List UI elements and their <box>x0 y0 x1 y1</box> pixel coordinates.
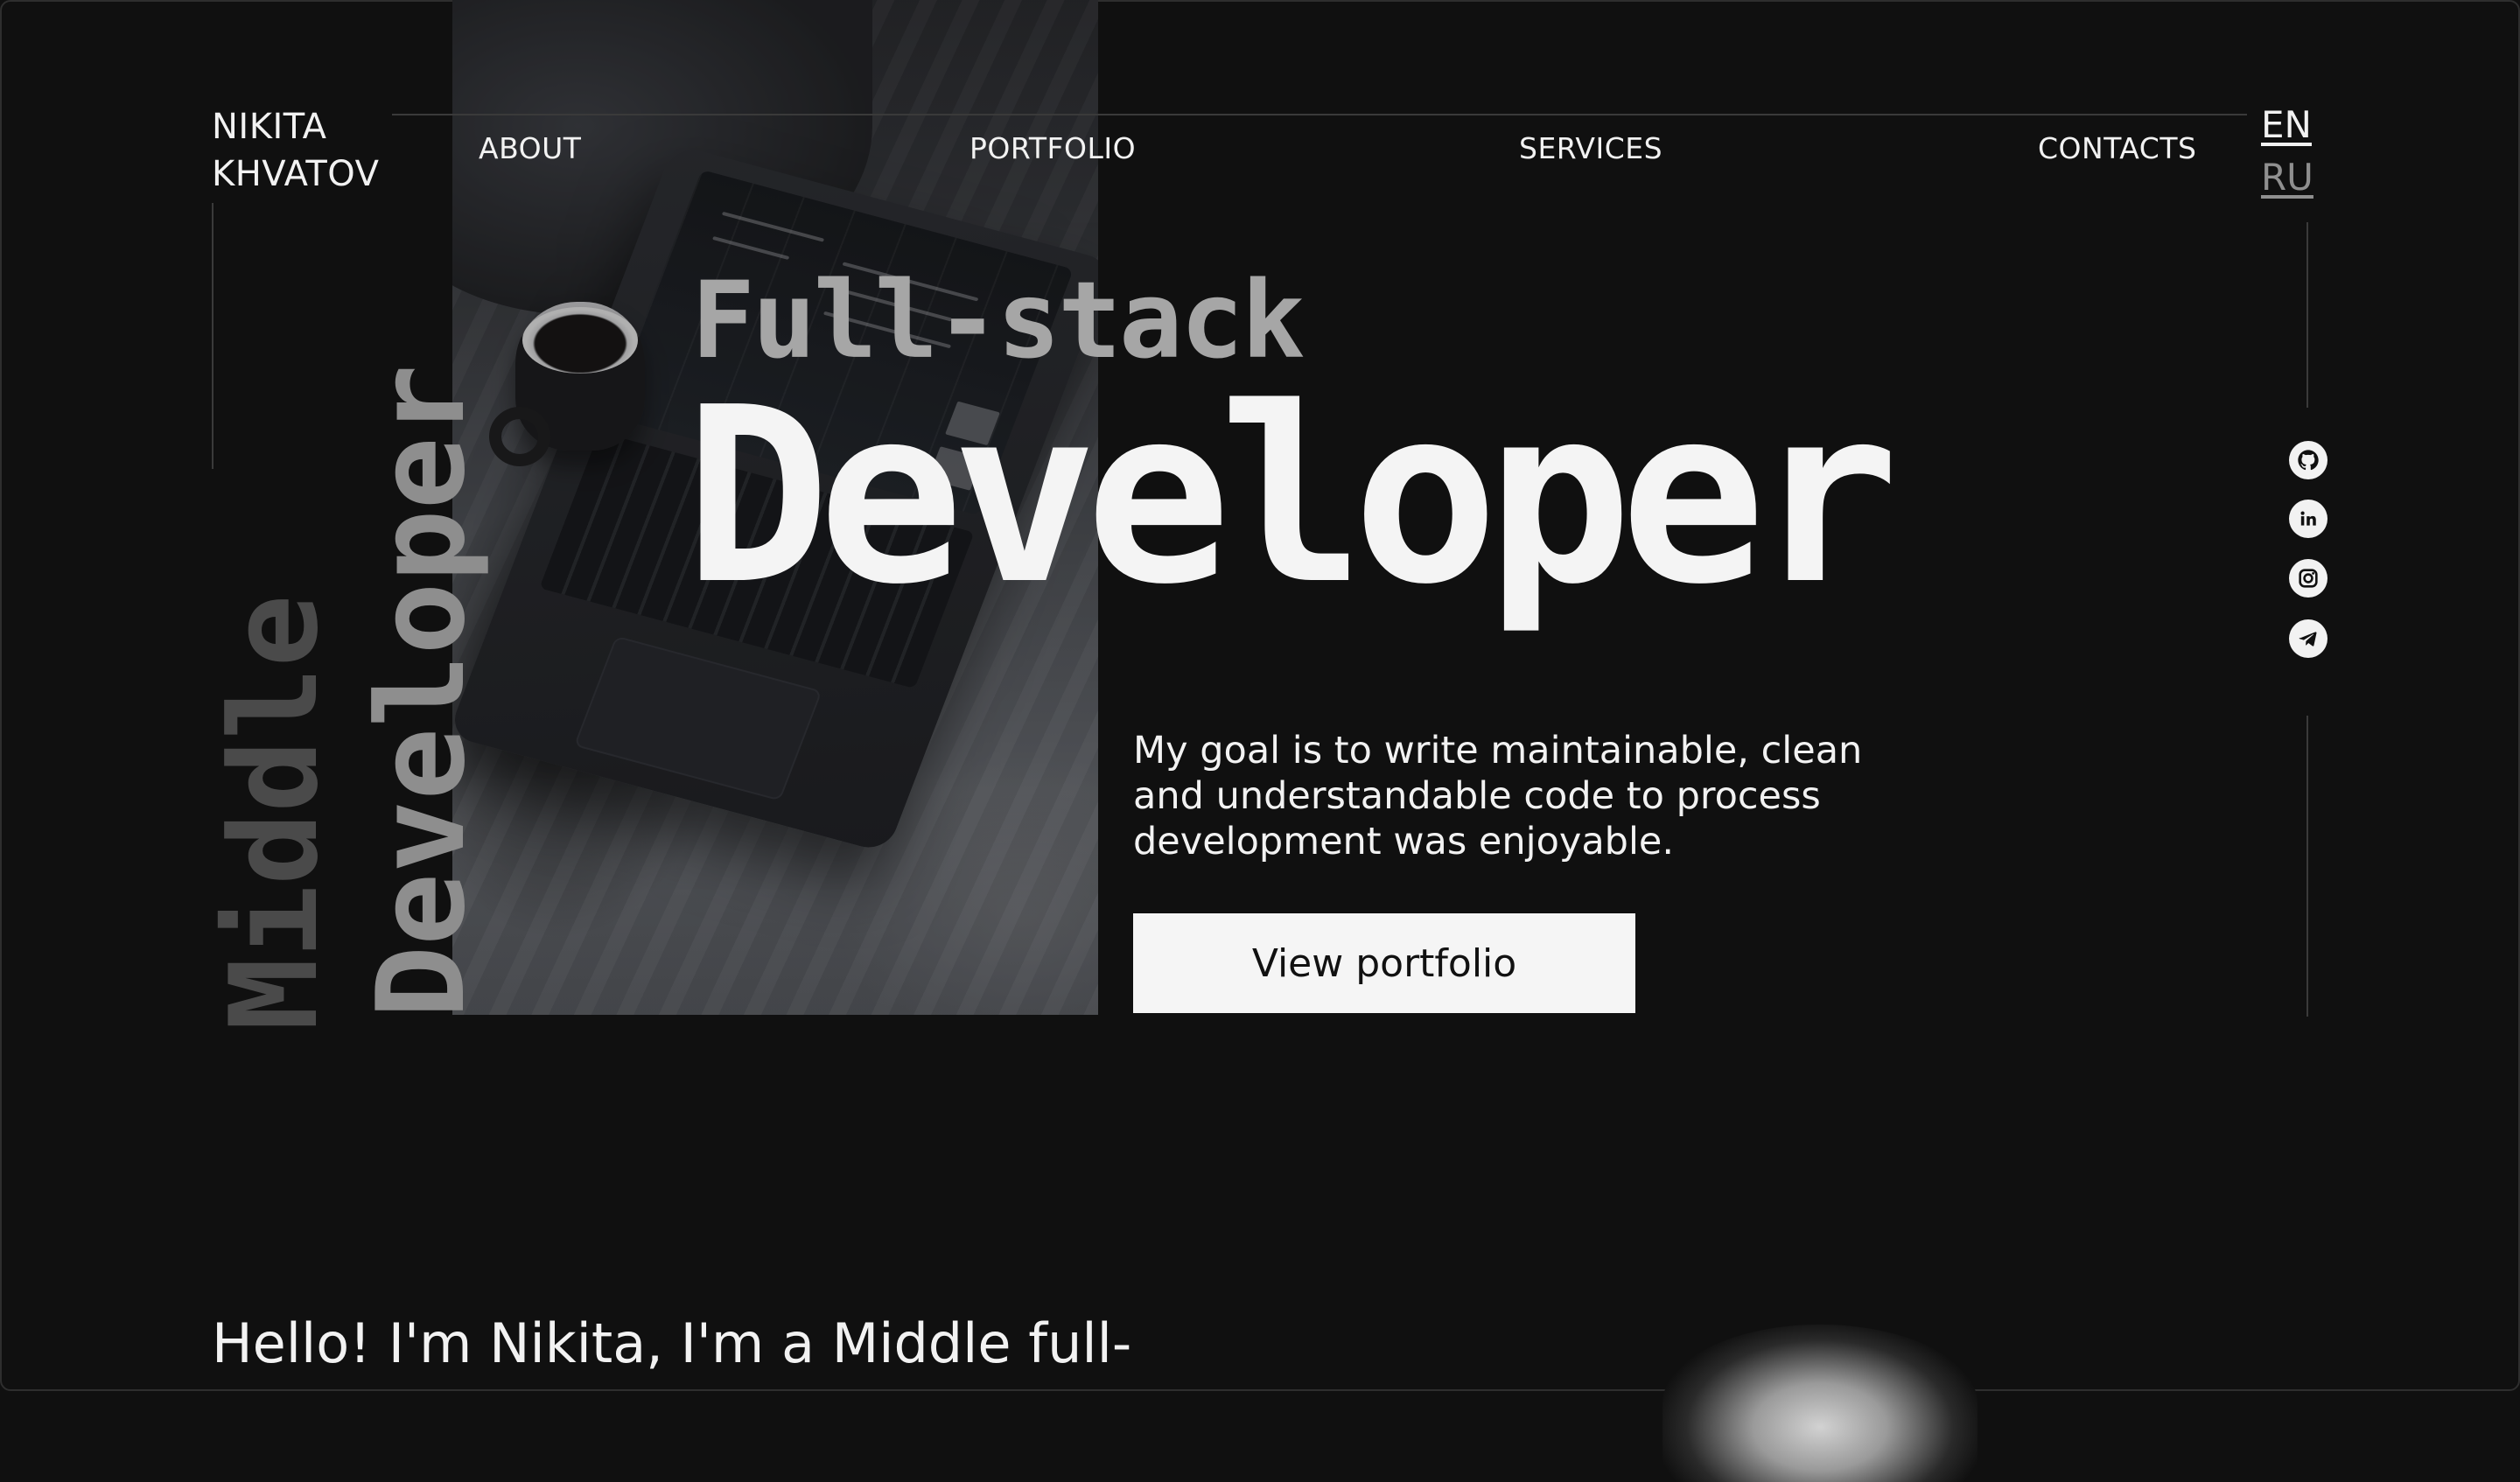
github-icon[interactable] <box>2289 441 2328 479</box>
side-text-developer: Developer <box>351 364 492 1018</box>
hero-description-line: and understandable code to process <box>1133 774 1821 818</box>
linkedin-icon[interactable] <box>2289 500 2328 538</box>
brand-last-name: KHVATOV <box>212 154 380 194</box>
telegram-icon[interactable] <box>2289 619 2328 658</box>
left-rail-line <box>212 203 214 469</box>
nav-services[interactable]: SERVICES <box>1519 131 1662 165</box>
hero-title: Developer <box>684 356 1900 638</box>
brand-first-name: NIKITA <box>212 107 327 147</box>
language-ru-link[interactable]: RU <box>2261 156 2314 199</box>
instagram-icon[interactable] <box>2289 559 2328 598</box>
nav-contacts[interactable]: CONTACTS <box>2038 131 2196 165</box>
side-text-middle: Middle <box>204 594 345 1031</box>
hero-description-line: development was enjoyable. <box>1133 820 1675 863</box>
about-intro-text: Hello! I'm Nikita, I'm a Middle full- <box>212 1311 1132 1375</box>
header-divider-line <box>392 114 2247 115</box>
language-en-link[interactable]: EN <box>2261 103 2312 146</box>
brand-logo[interactable]: NIKITA KHVATOV <box>212 103 404 198</box>
hero-description-line: My goal is to write maintainable, clean <box>1133 729 1863 772</box>
right-rail-line-bottom <box>2306 716 2308 1017</box>
nav-portfolio[interactable]: PORTFOLIO <box>970 131 1136 165</box>
portrait-photo <box>1662 1325 1978 1482</box>
hero-description: My goal is to write maintainable, clean … <box>1133 728 1863 864</box>
nav-about[interactable]: ABOUT <box>479 131 581 165</box>
view-portfolio-button[interactable]: View portfolio <box>1133 913 1635 1013</box>
right-rail-line-top <box>2306 222 2308 408</box>
